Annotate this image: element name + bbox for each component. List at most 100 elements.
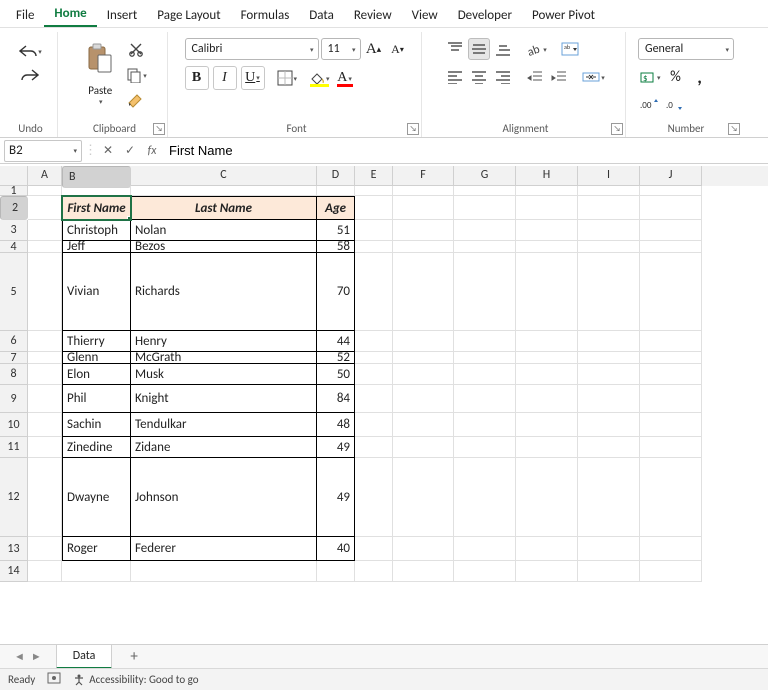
cell-E6[interactable]: [355, 331, 393, 352]
row-header-5[interactable]: 5: [0, 253, 28, 331]
cell-G13[interactable]: [454, 537, 516, 561]
cell-E7[interactable]: [355, 352, 393, 364]
cell-D3[interactable]: 51: [317, 220, 355, 241]
cell-G12[interactable]: [454, 458, 516, 537]
row-header-10[interactable]: 10: [0, 413, 28, 437]
cell-J1[interactable]: [640, 186, 702, 196]
orientation-button[interactable]: ab▾: [524, 38, 549, 60]
format-painter-button[interactable]: [125, 90, 147, 112]
column-header-C[interactable]: C: [131, 166, 317, 186]
cell-H14[interactable]: [516, 561, 578, 582]
cell-E13[interactable]: [355, 537, 393, 561]
row-header-3[interactable]: 3: [0, 220, 28, 241]
increase-decimal-button[interactable]: .00: [638, 94, 662, 116]
cell-B10[interactable]: Sachin: [62, 413, 131, 437]
cell-A11[interactable]: [28, 437, 62, 458]
cell-A8[interactable]: [28, 364, 62, 385]
cell-F2[interactable]: [393, 196, 454, 220]
cell-D10[interactable]: 48: [317, 413, 355, 437]
cell-C2[interactable]: Last Name: [131, 196, 317, 220]
cell-A6[interactable]: [28, 331, 62, 352]
row-header-8[interactable]: 8: [0, 364, 28, 385]
cell-G14[interactable]: [454, 561, 516, 582]
cell-B12[interactable]: Dwayne: [62, 458, 131, 537]
cell-F14[interactable]: [393, 561, 454, 582]
align-bottom-button[interactable]: [492, 38, 514, 60]
column-header-H[interactable]: H: [516, 166, 578, 186]
cell-I6[interactable]: [578, 331, 640, 352]
tab-power-pivot[interactable]: Power Pivot: [522, 2, 605, 27]
cell-A1[interactable]: [28, 186, 62, 196]
cell-B13[interactable]: Roger: [62, 537, 131, 561]
cell-D2[interactable]: Age: [317, 196, 355, 220]
cell-B9[interactable]: Phil: [62, 385, 131, 413]
cell-F4[interactable]: [393, 241, 454, 253]
cell-D12[interactable]: 49: [317, 458, 355, 537]
cell-I4[interactable]: [578, 241, 640, 253]
cell-A12[interactable]: [28, 458, 62, 537]
cell-B3[interactable]: Christoph: [62, 220, 131, 241]
align-middle-button[interactable]: [468, 38, 490, 60]
tab-view[interactable]: View: [402, 2, 448, 27]
column-header-B[interactable]: B: [62, 166, 131, 188]
cell-H1[interactable]: [516, 186, 578, 196]
cell-H11[interactable]: [516, 437, 578, 458]
cell-E3[interactable]: [355, 220, 393, 241]
decrease-indent-button[interactable]: [524, 66, 546, 88]
column-header-E[interactable]: E: [355, 166, 393, 186]
cell-A14[interactable]: [28, 561, 62, 582]
fx-button[interactable]: fx: [141, 140, 163, 162]
cell-A10[interactable]: [28, 413, 62, 437]
formula-input[interactable]: [163, 140, 768, 162]
row-header-7[interactable]: 7: [0, 352, 28, 364]
cell-H7[interactable]: [516, 352, 578, 364]
cell-G1[interactable]: [454, 186, 516, 196]
cell-J4[interactable]: [640, 241, 702, 253]
alignment-launcher[interactable]: ↘: [611, 123, 623, 135]
decrease-font-button[interactable]: A▾: [387, 38, 409, 60]
italic-button[interactable]: I: [213, 66, 237, 90]
cell-G4[interactable]: [454, 241, 516, 253]
column-header-F[interactable]: F: [393, 166, 454, 186]
copy-button[interactable]: ▾: [124, 64, 149, 86]
cell-B1[interactable]: [62, 186, 131, 196]
cut-button[interactable]: [125, 38, 147, 60]
cell-C5[interactable]: Richards: [131, 253, 317, 331]
align-right-button[interactable]: [492, 66, 514, 88]
tab-review[interactable]: Review: [344, 2, 402, 27]
cell-C14[interactable]: [131, 561, 317, 582]
cell-E1[interactable]: [355, 186, 393, 196]
cell-H10[interactable]: [516, 413, 578, 437]
cell-H9[interactable]: [516, 385, 578, 413]
align-left-button[interactable]: [444, 66, 466, 88]
cell-G5[interactable]: [454, 253, 516, 331]
accessibility-status[interactable]: Accessibility: Good to go: [73, 673, 198, 686]
macro-record-icon[interactable]: [47, 672, 61, 687]
cell-D7[interactable]: 52: [317, 352, 355, 364]
cell-J5[interactable]: [640, 253, 702, 331]
cell-I9[interactable]: [578, 385, 640, 413]
cell-I7[interactable]: [578, 352, 640, 364]
cell-H2[interactable]: [516, 196, 578, 220]
cancel-formula-button[interactable]: ✕: [97, 140, 119, 162]
cell-I2[interactable]: [578, 196, 640, 220]
wrap-text-button[interactable]: ab: [559, 38, 581, 60]
cell-F3[interactable]: [393, 220, 454, 241]
column-header-G[interactable]: G: [454, 166, 516, 186]
cell-B7[interactable]: Glenn: [62, 352, 131, 364]
cell-B11[interactable]: Zinedine: [62, 437, 131, 458]
tab-page-layout[interactable]: Page Layout: [147, 2, 230, 27]
cell-F12[interactable]: [393, 458, 454, 537]
font-size-select[interactable]: 11▾: [321, 38, 361, 60]
row-header-1[interactable]: 1: [0, 186, 28, 196]
column-header-J[interactable]: J: [640, 166, 702, 186]
cell-I10[interactable]: [578, 413, 640, 437]
merge-center-button[interactable]: ▾: [580, 66, 607, 88]
cell-C8[interactable]: Musk: [131, 364, 317, 385]
cell-E8[interactable]: [355, 364, 393, 385]
name-box[interactable]: B2 ▾: [4, 140, 82, 162]
cell-F10[interactable]: [393, 413, 454, 437]
cell-I11[interactable]: [578, 437, 640, 458]
cell-D5[interactable]: 70: [317, 253, 355, 331]
font-launcher[interactable]: ↘: [407, 123, 419, 135]
